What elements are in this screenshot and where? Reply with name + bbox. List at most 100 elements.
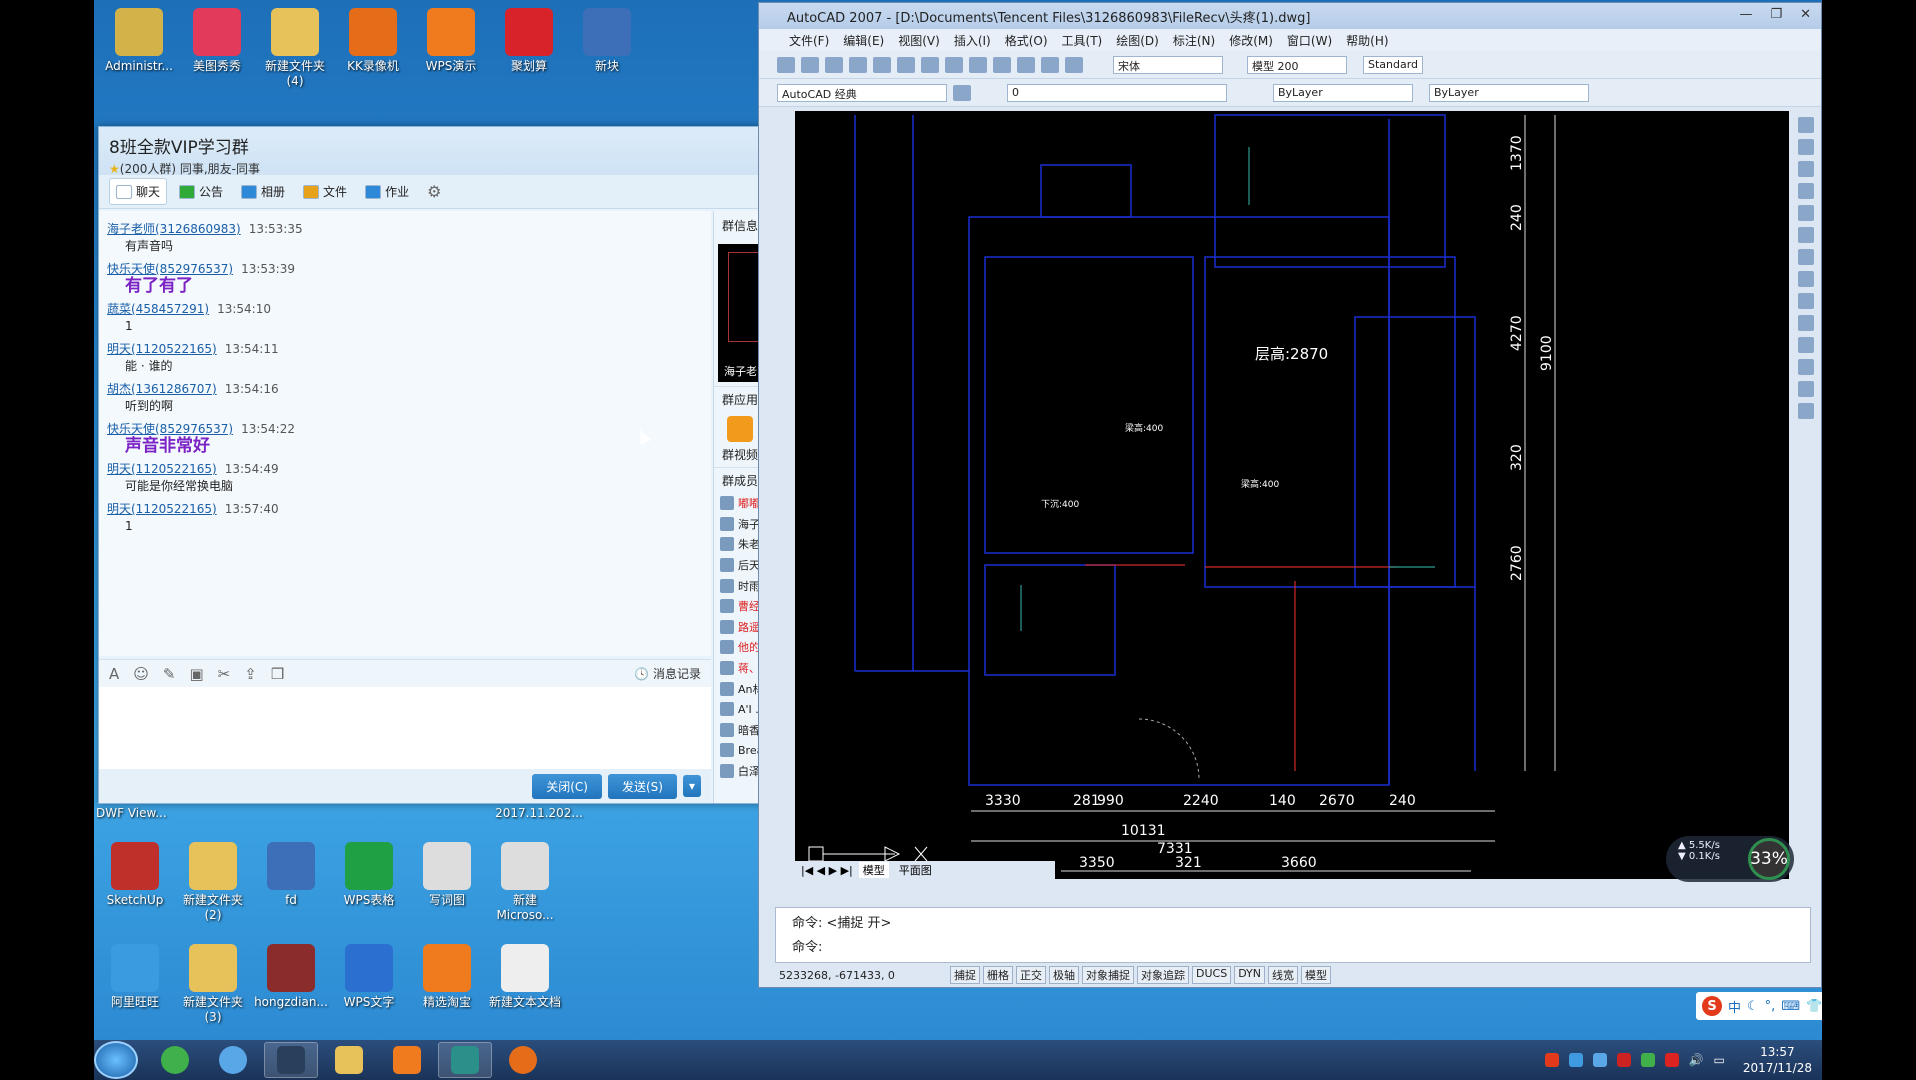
desktop-icon[interactable]: 阿里旺旺 [96,944,174,1010]
status-toggle[interactable]: 极轴 [1049,966,1079,984]
status-toggle[interactable]: DYN [1234,966,1266,984]
taskbar-autocad-icon[interactable] [438,1042,492,1078]
upload-icon[interactable]: ⇪ [244,665,257,683]
settings-icon[interactable]: ⚙ [427,182,441,201]
desktop-icon[interactable]: 聚划算 [490,8,568,74]
tab-chat[interactable]: 聊天 [109,178,168,205]
menu-item[interactable]: 编辑(E) [843,32,884,49]
menu-item[interactable]: 标注(N) [1173,32,1215,49]
status-toggle[interactable]: 对象捕捉 [1082,966,1134,984]
desktop-icon[interactable]: 新建文本文档 [486,944,564,1010]
desktop-icon[interactable]: WPS表格 [330,842,408,908]
print-icon[interactable] [849,56,867,73]
style-combo[interactable]: Standard [1363,55,1423,74]
help-icon[interactable] [1065,56,1083,73]
image-icon[interactable]: ▣ [189,665,203,683]
font-combo[interactable]: 宋体 [1113,55,1223,74]
break-icon[interactable] [1798,359,1814,375]
clock[interactable]: 13:57 2017/11/28 [1743,1044,1812,1076]
desktop-icon[interactable]: hongzdian... [252,944,330,1010]
copy-object-icon[interactable] [1798,139,1814,155]
desktop-icon[interactable]: 写词图 [408,842,486,908]
close-button[interactable]: 关闭(C) [532,773,602,799]
tab-notice[interactable]: 公告 [173,179,229,204]
sender-name[interactable]: 快乐天使(852976537) [107,422,233,436]
sender-name[interactable]: 胡杰(1361286707) [107,382,217,396]
zoom-icon[interactable] [1017,56,1035,73]
folder-date-label[interactable]: 2017.11.202... [484,806,594,820]
shake-icon[interactable]: ✎ [163,665,176,683]
taskbar-remote-icon[interactable] [264,1042,318,1078]
properties-icon[interactable] [1041,56,1059,73]
mirror-icon[interactable] [1798,161,1814,177]
start-button[interactable] [94,1041,138,1079]
volume-icon[interactable]: 🔊 [1689,1053,1704,1067]
tab-album[interactable]: 相册 [235,179,291,204]
stretch-icon[interactable] [1798,293,1814,309]
360-tray-icon[interactable] [1640,1053,1655,1067]
status-toggle[interactable]: 线宽 [1268,966,1299,984]
maximize-icon[interactable]: ❐ [1770,7,1782,22]
font-icon[interactable]: A [109,665,119,683]
save-icon[interactable] [825,56,843,73]
menu-item[interactable]: 视图(V) [898,32,940,49]
workspace-combo[interactable]: AutoCAD 经典 [777,83,947,102]
status-toggle[interactable]: 栅格 [983,966,1013,984]
new-icon[interactable] [777,56,795,73]
layer-combo[interactable]: 0 [1007,83,1227,102]
offset-icon[interactable] [1798,183,1814,199]
command-line[interactable]: 命令: <捕捉 开> 命令: [775,907,1811,963]
paste-icon[interactable] [921,56,939,73]
keyboard-icon[interactable]: ⌨ [1781,999,1800,1014]
sogou-icon[interactable]: S [1702,996,1722,1016]
ime-mode[interactable]: 中 [1728,997,1741,1016]
tab-nav-icon[interactable]: |◀ ◀ ▶ ▶| [801,864,853,877]
desktop-icon[interactable]: 新建 Microso... [486,842,564,923]
color-combo[interactable]: ByLayer [1273,83,1413,102]
array-icon[interactable] [1798,205,1814,221]
skin-icon[interactable]: 👕 [1806,999,1822,1014]
dwf-viewer-label[interactable]: DWF View... [96,806,174,820]
status-toggle[interactable]: 对象追踪 [1137,966,1189,984]
desktop-icon[interactable]: 新块 [568,8,646,74]
open-icon[interactable] [801,56,819,73]
sender-name[interactable]: 明天(1120522165) [107,342,217,356]
copy-icon[interactable] [897,56,915,73]
group-app[interactable]: 群视频 [720,416,760,463]
model-combo[interactable]: 模型 200 [1247,55,1347,74]
desktop-icon[interactable]: 新建文件夹 (3) [174,944,252,1025]
menu-item[interactable]: 文件(F) [789,32,829,49]
punct-icon[interactable]: °, [1765,999,1776,1014]
tab-files[interactable]: 文件 [297,179,353,204]
tab-model[interactable]: 模型 [858,862,889,878]
menu-item[interactable]: 修改(M) [1229,32,1273,49]
memory-percent[interactable]: 33% [1748,838,1790,880]
status-toggle[interactable]: 模型 [1301,966,1332,984]
app-tray-icon[interactable] [1664,1053,1679,1067]
menu-item[interactable]: 工具(T) [1062,32,1103,49]
desktop-icon[interactable]: 新建文件夹 (2) [174,842,252,923]
desktop-icon[interactable]: WPS演示 [412,8,490,74]
moon-icon[interactable]: ☾ [1747,999,1759,1014]
desktop-icon[interactable]: Administr... [100,8,178,74]
desktop-icon[interactable]: 美图秀秀 [178,8,256,74]
send-options-icon[interactable]: ▾ [682,775,701,797]
taskbar-explorer-icon[interactable] [322,1042,376,1078]
close-icon[interactable]: ✕ [1800,7,1811,22]
status-toggle[interactable]: 捕捉 [950,966,980,984]
redo-icon[interactable] [969,56,987,73]
emoji-icon[interactable]: ☺ [133,665,149,683]
sender-name[interactable]: 明天(1120522165) [107,462,217,476]
pan-icon[interactable] [993,56,1011,73]
sender-name[interactable]: 明天(1120522165) [107,502,217,516]
sender-name[interactable]: 快乐天使(852976537) [107,262,233,276]
fillet-icon[interactable] [1798,381,1814,397]
menu-item[interactable]: 窗口(W) [1287,32,1332,49]
linetype-combo[interactable]: ByLayer [1429,83,1589,102]
rotate-icon[interactable] [1798,249,1814,265]
explode-icon[interactable] [1798,403,1814,419]
taskbar-360-icon[interactable] [148,1042,202,1078]
ime-tray-icon[interactable] [1544,1053,1559,1067]
undo-icon[interactable] [945,56,963,73]
minimize-icon[interactable]: — [1739,7,1752,22]
